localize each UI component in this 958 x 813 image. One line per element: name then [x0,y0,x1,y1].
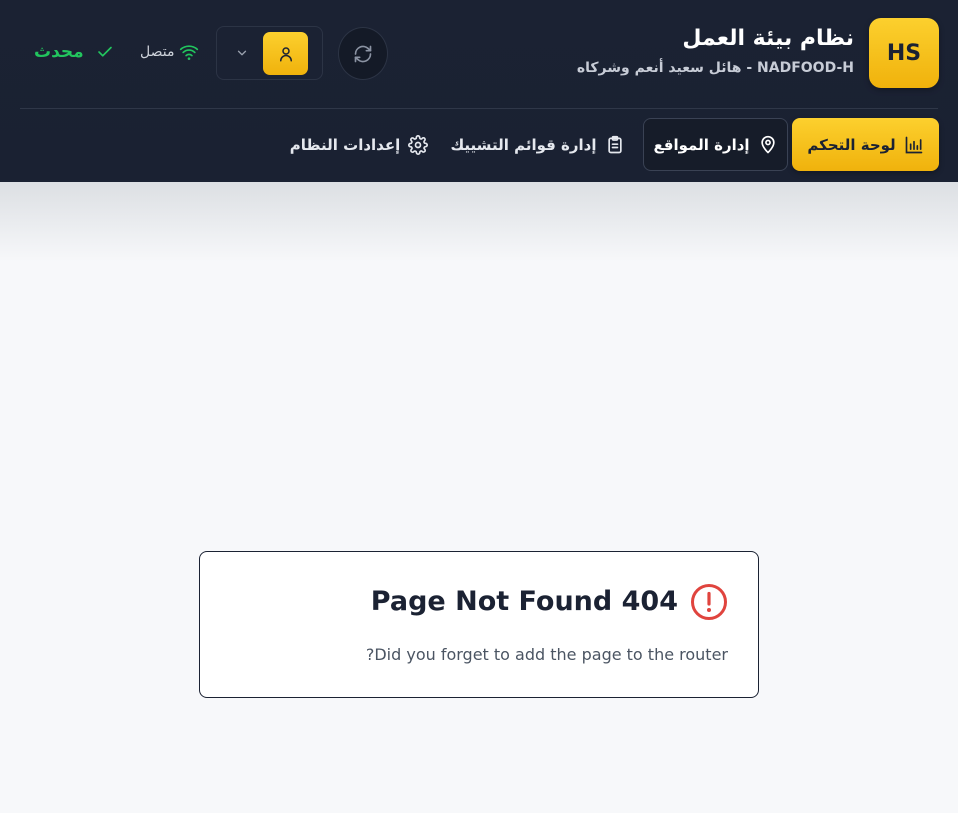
alert-circle-icon [691,584,727,620]
sync-status: محدث [34,40,114,64]
nav-item-label: إدارة قوائم التشييك [450,135,597,154]
error-title: Page Not Found 404 [370,586,678,617]
map-pin-icon [758,135,778,155]
nav-item-label: إعدادات النظام [289,135,401,154]
nav-item-settings[interactable]: إعدادات النظام [284,118,434,171]
nav-item-checklists[interactable]: إدارة قوائم التشييك [450,118,625,171]
app-title: نظام بيئة العمل [682,26,854,51]
error-message: ?Did you forget to add the page to the r… [365,645,728,664]
refresh-button[interactable] [338,27,388,80]
nav-item-label: لوحة التحكم [807,135,896,154]
app-header: HS نظام بيئة العمل NADFOOD-H - هائل سعيد… [0,0,958,182]
nav-item-sites[interactable]: إدارة المواقع [643,118,788,171]
logo-text: HS [886,40,922,66]
nav-item-dashboard[interactable]: لوحة التحكم [792,118,939,171]
clipboard-icon [605,135,625,155]
user-icon [279,46,292,61]
header-shadow [0,182,958,262]
app-subtitle: NADFOOD-H - هائل سعيد أنعم وشركاه [576,60,854,76]
gear-icon [408,134,429,155]
sync-status-label: محدث [34,42,84,62]
refresh-icon [354,45,372,62]
header-divider [20,108,938,109]
error-card: Page Not Found 404 ?Did you forget to ad… [199,551,759,698]
logo-badge: HS [869,18,939,88]
bar-chart-icon [904,135,924,155]
connection-label: متصل [140,44,175,60]
user-menu-button[interactable] [216,26,323,80]
check-icon [97,46,112,57]
avatar [263,32,308,75]
chevron-down-icon [233,44,251,62]
connection-status: متصل [140,41,199,63]
wifi-icon [180,45,199,60]
nav-item-label: إدارة المواقع [653,135,750,154]
